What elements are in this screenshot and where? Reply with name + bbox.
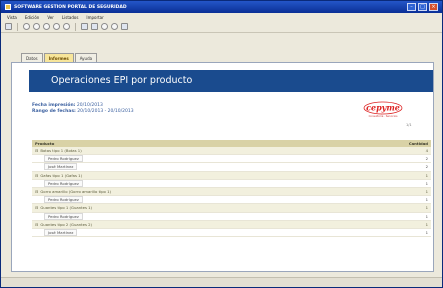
zoom-in-icon[interactable]: [101, 23, 108, 30]
report-header: Operaciones EPI por producto: [29, 70, 433, 92]
group-name: Guantes tipo 2 (Guantes 2): [35, 222, 92, 227]
row-name: José Martínez: [44, 163, 78, 171]
menu-item-listados[interactable]: Listados: [62, 15, 79, 20]
menu-item-ver[interactable]: Ver: [47, 15, 54, 20]
print-date-value: 20/10/2013: [76, 103, 103, 108]
toolbar-separator: [75, 22, 76, 31]
app-window: SOFTWARE GESTION PORTAL DE SEGURIDAD – □…: [0, 0, 443, 288]
status-bar: [1, 277, 442, 287]
table-row: Pedro Rodríguez 1: [32, 196, 431, 205]
tab-datos[interactable]: Datos: [21, 53, 43, 62]
minimize-icon[interactable]: –: [407, 3, 416, 11]
table-body: Botas tipo 1 (Botas 1)4Pedro Rodríguez2J…: [32, 147, 431, 238]
menu-item-edicion[interactable]: Edición: [25, 15, 39, 20]
title-bar[interactable]: SOFTWARE GESTION PORTAL DE SEGURIDAD – □…: [1, 1, 442, 13]
row-name: José Martínez: [44, 228, 78, 236]
table-header: Producto Cantidad: [32, 140, 431, 147]
save-icon[interactable]: [5, 23, 12, 30]
page-number: 1/1: [406, 123, 412, 127]
table-group-row[interactable]: Gafas tipo 1 (Gafas 1) 1: [32, 171, 431, 180]
table-row: Pedro Rodríguez 1: [32, 179, 431, 188]
row-quantity: 1: [425, 221, 428, 227]
maximize-icon[interactable]: □: [418, 3, 427, 11]
row-quantity: 2: [425, 164, 428, 170]
menu-item-vista[interactable]: Vista: [7, 15, 17, 20]
toolbar-separator: [17, 22, 18, 31]
refresh-icon[interactable]: [43, 23, 50, 30]
first-page-icon[interactable]: [23, 23, 30, 30]
table-row: Pedro Rodríguez 2: [32, 155, 431, 164]
search-icon[interactable]: [121, 23, 128, 30]
row-name: Pedro Rodríguez: [44, 155, 83, 163]
row-quantity: 4: [425, 148, 428, 154]
report-viewer[interactable]: Operaciones EPI por producto Fecha impre…: [11, 62, 434, 272]
table-row: Pedro Rodríguez 1: [32, 212, 431, 221]
last-page-icon[interactable]: [63, 23, 70, 30]
report-table: Producto Cantidad Botas tipo 1 (Botas 1)…: [32, 140, 431, 238]
table-group-row[interactable]: Guantes tipo 1 (Guantes 1) 1: [32, 204, 431, 213]
row-quantity: 2: [425, 156, 428, 162]
print-date-label: Fecha impresión:: [32, 103, 76, 108]
tab-informes[interactable]: Informes: [43, 53, 74, 62]
print-icon[interactable]: [81, 23, 88, 30]
report-title: Operaciones EPI por producto: [51, 75, 193, 86]
row-quantity: 1: [425, 197, 428, 203]
prev-page-icon[interactable]: [33, 23, 40, 30]
row-name: Pedro Rodríguez: [44, 179, 83, 187]
zoom-out-icon[interactable]: [111, 23, 118, 30]
group-name: Gorro amarillo (Gorro amarillo tipo 1): [35, 189, 111, 194]
row-quantity: 1: [425, 189, 428, 195]
column-header-product: Producto: [35, 141, 55, 146]
toolbar: [1, 21, 442, 33]
menu-bar: Vista Edición Ver Listados Importar: [1, 13, 442, 21]
logo-wordmark: cepyme: [366, 103, 400, 113]
company-logo: cepyme: [363, 101, 403, 115]
table-group-row[interactable]: Gorro amarillo (Gorro amarillo tipo 1) 1: [32, 187, 431, 197]
row-quantity: 1: [425, 205, 428, 211]
row-quantity: 1: [425, 229, 428, 235]
column-header-quantity: Cantidad: [408, 141, 428, 146]
row-name: Pedro Rodríguez: [44, 212, 83, 220]
next-page-icon[interactable]: [53, 23, 60, 30]
date-range-label: Rango de fechas:: [32, 109, 76, 114]
export-icon[interactable]: [91, 23, 98, 30]
table-group-row[interactable]: Guantes tipo 2 (Guantes 2) 1: [32, 220, 431, 229]
menu-item-importar[interactable]: Importar: [86, 15, 103, 20]
close-icon[interactable]: ×: [429, 3, 438, 11]
window-title: SOFTWARE GESTION PORTAL DE SEGURIDAD: [14, 4, 127, 10]
row-quantity: 1: [425, 213, 428, 219]
group-name: Gafas tipo 1 (Gafas 1): [35, 173, 82, 178]
table-group-row[interactable]: Botas tipo 1 (Botas 1) 4: [32, 147, 431, 156]
report-meta: Fecha impresión: 20/10/2013 Rango de fec…: [32, 103, 134, 115]
date-range-value: 20/10/2013 - 20/10/2013: [77, 109, 134, 114]
app-icon: [5, 4, 11, 10]
table-row: José Martínez 2: [32, 163, 431, 172]
table-row: José Martínez 1: [32, 228, 431, 238]
group-name: Botas tipo 1 (Botas 1): [35, 148, 81, 153]
row-name: Pedro Rodríguez: [44, 196, 83, 204]
logo-subtitle: Consultoría · Servicios: [368, 115, 398, 118]
tab-bar: Datos Informes Ayuda: [21, 53, 98, 62]
window-controls: – □ ×: [407, 3, 438, 11]
group-name: Guantes tipo 1 (Guantes 1): [35, 205, 92, 210]
row-quantity: 1: [425, 180, 428, 186]
tab-ayuda[interactable]: Ayuda: [74, 53, 98, 62]
row-quantity: 1: [425, 172, 428, 178]
